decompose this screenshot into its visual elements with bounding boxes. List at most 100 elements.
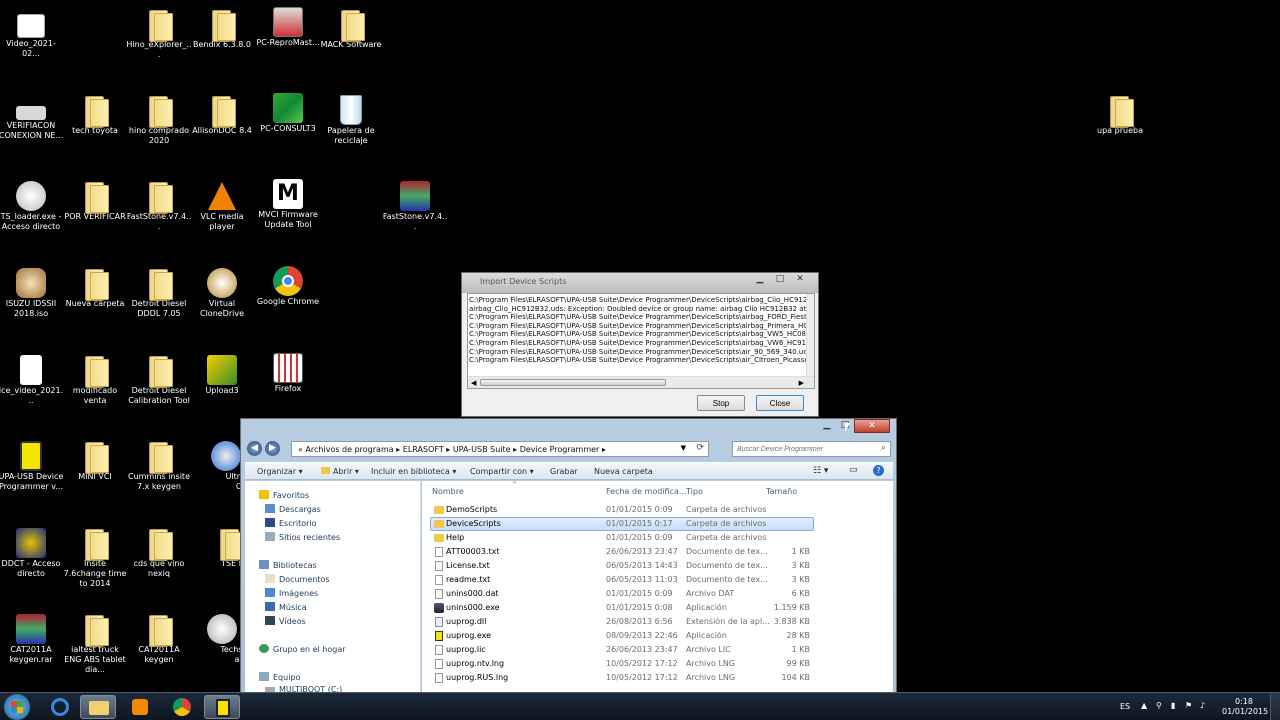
breadcrumb-item[interactable]: Archivos de programa <box>305 445 393 454</box>
desktop-icon-insite-76[interactable]: Insite 7.6change time to 2014 <box>62 527 128 589</box>
nav-favorites[interactable]: Favoritos <box>259 490 309 500</box>
desktop-icon-cat2011a-rar[interactable]: CAT2011A keygen.rar <box>0 613 64 665</box>
file-row[interactable]: ATT00003.txt 26/06/2013 23:47 Documento … <box>430 545 812 559</box>
tray-usb-icon[interactable]: ⚲ <box>1156 701 1162 710</box>
share-menu[interactable]: Compartir con ▾ <box>470 467 534 476</box>
nav-images[interactable]: Imágenes <box>265 588 318 598</box>
chevron-down-icon[interactable]: ▼ <box>681 444 686 452</box>
vertical-scrollbar[interactable] <box>806 294 814 378</box>
minimize-button[interactable]: ▁ <box>818 419 836 433</box>
help-icon[interactable]: ? <box>873 465 884 476</box>
import-log[interactable]: C:\Program Files\ELRASOFT\UPA-USB Suite\… <box>467 293 815 389</box>
desktop-icon-por-verificar[interactable]: POR VERIFICAR <box>62 180 128 222</box>
file-row[interactable]: DemoScripts 01/01/2015 0:09 Carpeta de a… <box>430 503 812 517</box>
search-box[interactable]: ⌕ <box>732 441 891 457</box>
desktop-icon-upa-prueba[interactable]: upa prueba <box>1087 94 1153 136</box>
desktop-icon-chrome[interactable]: Google Chrome <box>255 265 321 307</box>
open-button[interactable]: Abrir ▾ <box>321 467 359 476</box>
column-header-type[interactable]: Tipo <box>686 487 703 496</box>
desktop-icon-hino-comprado[interactable]: hino comprado 2020 <box>126 94 192 146</box>
breadcrumb-item[interactable]: ELRASOFT <box>403 445 444 454</box>
file-row[interactable]: Help 01/01/2015 0:09 Carpeta de archivos <box>430 531 812 545</box>
explorer-titlebar[interactable]: ▁ □ ✕ <box>241 419 896 437</box>
desktop-icon-pc-consult3[interactable]: PC-CONSULT3 <box>255 92 321 134</box>
close-button[interactable]: Close <box>756 395 804 411</box>
breadcrumb-item[interactable]: UPA-USB Suite <box>453 445 511 454</box>
file-row[interactable]: uuprog.dll 26/08/2013 6:56 Extensión de … <box>430 615 812 629</box>
desktop-icon-allisondoc[interactable]: AllisonDOC 8.4 <box>189 94 255 136</box>
new-folder-button[interactable]: Nueva carpeta <box>594 467 653 476</box>
desktop-icon-ts-loader[interactable]: TS_loader.exe - Acceso directo <box>0 180 64 232</box>
desktop-icon-cds-nexiq[interactable]: cds que vino nexiq <box>126 527 192 579</box>
horizontal-scrollbar[interactable]: ◀ ▶ <box>468 376 814 388</box>
back-button[interactable]: ◀ <box>247 441 262 456</box>
scroll-right-arrow-icon[interactable]: ▶ <box>799 379 804 387</box>
breadcrumb-item[interactable]: Device Programmer <box>520 445 600 454</box>
taskbar-explorer[interactable] <box>80 695 116 719</box>
column-header-name[interactable]: Nombre <box>432 487 464 496</box>
desktop-icon-ddct[interactable]: DDCT - Acceso directo <box>0 527 64 579</box>
nav-libraries[interactable]: Bibliotecas <box>259 560 317 570</box>
desktop-icon-pc-repromaster[interactable]: PC-ReproMast... <box>255 6 321 48</box>
taskbar-ie[interactable] <box>42 695 78 719</box>
file-row[interactable]: License.txt 06/05/2013 14:43 Documento d… <box>430 559 812 573</box>
forward-button[interactable]: ▶ <box>265 441 280 456</box>
desktop-icon-nueva-carpeta[interactable]: Nueva carpeta <box>62 267 128 309</box>
tray-network-icon[interactable]: ▮ <box>1171 701 1175 710</box>
desktop-icon-mack[interactable]: MACK Software <box>318 8 384 50</box>
organize-menu[interactable]: Organizar ▾ <box>257 467 303 476</box>
desktop-icon-mini-vci[interactable]: MINI VCI <box>62 440 128 482</box>
desktop-icon-isuzu[interactable]: ISUZU IDSSII 2018.iso <box>0 267 64 319</box>
file-row[interactable]: uuprog.lic 26/06/2013 23:47 Archivo LIC … <box>430 643 812 657</box>
desktop-icon-verificacion[interactable]: VERIFIACON CONEXION NE... <box>0 94 64 141</box>
import-dialog-titlebar[interactable]: Import Device Scripts ▁ □ ✕ <box>462 273 818 293</box>
desktop-icon-faststone-rar[interactable]: FastStone.v7.4... <box>382 180 448 232</box>
scroll-left-arrow-icon[interactable]: ◀ <box>471 379 476 387</box>
desktop-icon-ice-video[interactable]: ice_video_2021... <box>0 354 64 406</box>
clock[interactable]: 0:18 01/01/2015 <box>1222 697 1268 717</box>
desktop-icon-tech-toyota[interactable]: tech toyota <box>62 94 128 136</box>
file-row[interactable]: uuprog.exe 08/09/2013 22:46 Aplicación 2… <box>430 629 812 643</box>
desktop-icon-upload3[interactable]: Upload3 <box>189 354 255 396</box>
minimize-button[interactable]: ▁ <box>750 273 770 287</box>
nav-recent[interactable]: Sitios recientes <box>265 532 340 542</box>
include-library-menu[interactable]: Incluir en biblioteca ▾ <box>371 467 456 476</box>
nav-downloads[interactable]: Descargas <box>265 504 321 514</box>
file-row[interactable]: unins000.exe 01/01/2015 0:08 Aplicación … <box>430 601 812 615</box>
nav-desktop[interactable]: Escritorio <box>265 518 317 528</box>
desktop-icon-hino-explorer[interactable]: Hino_eXplorer_... <box>126 8 192 60</box>
desktop-icon-virtual-clonedrive[interactable]: Virtual CloneDrive <box>189 267 255 319</box>
address-bar[interactable]: « Archivos de programa ▸ ELRASOFT ▸ UPA-… <box>291 441 709 457</box>
desktop-icon-bendix[interactable]: Bendix 6.3.8.0 <box>189 8 255 50</box>
nav-homegroup[interactable]: Grupo en el hogar <box>259 644 346 654</box>
column-header-size[interactable]: Tamaño <box>766 487 797 496</box>
desktop-icon-mvci[interactable]: M MVCI Firmware Update Tool <box>255 178 321 230</box>
view-options-icon[interactable]: ☷ ▾ <box>813 466 828 476</box>
desktop-icon-firefox[interactable]: Firefox <box>255 352 321 394</box>
burn-button[interactable]: Grabar <box>550 467 578 476</box>
nav-music[interactable]: Música <box>265 602 307 612</box>
file-row[interactable]: uuprog.ntv.lng 10/05/2012 17:12 Archivo … <box>430 657 812 671</box>
column-header-date[interactable]: Fecha de modifica... <box>606 487 687 496</box>
close-window-button[interactable]: ✕ <box>854 419 890 433</box>
language-indicator[interactable]: ES <box>1120 702 1130 711</box>
maximize-button[interactable]: □ <box>770 273 790 287</box>
preview-pane-icon[interactable]: ▭ <box>849 465 858 475</box>
file-row[interactable]: unins000.dat 01/01/2015 0:09 Archivo DAT… <box>430 587 812 601</box>
nav-computer[interactable]: Equipo <box>259 672 300 682</box>
desktop-icon-faststone-folder[interactable]: FastStone.v7.4... <box>126 180 192 232</box>
start-button[interactable] <box>4 694 30 720</box>
desktop-icon-cat2011a-keygen[interactable]: CAT2011A keygen <box>126 613 192 665</box>
search-input[interactable] <box>737 443 872 455</box>
stop-button[interactable]: Stop <box>697 395 745 411</box>
file-row[interactable]: uuprog.RUS.lng 10/05/2012 17:12 Archivo … <box>430 671 812 685</box>
close-window-button[interactable]: ✕ <box>790 273 810 287</box>
refresh-icon[interactable]: ⟳ <box>696 443 704 453</box>
desktop-icon-video[interactable]: Video_2021-02... <box>0 8 64 59</box>
show-desktop-button[interactable] <box>1270 693 1280 720</box>
file-row[interactable]: readme.txt 06/05/2013 11:03 Documento de… <box>430 573 812 587</box>
file-row-selected[interactable]: DeviceScripts 01/01/2015 0:17 Carpeta de… <box>430 517 812 531</box>
tray-flag-icon[interactable]: ⚑ <box>1185 701 1192 710</box>
nav-videos[interactable]: Vídeos <box>265 616 306 626</box>
desktop-icon-ialtest[interactable]: ialtest truck ENG ABS tablet dia... <box>62 613 128 675</box>
